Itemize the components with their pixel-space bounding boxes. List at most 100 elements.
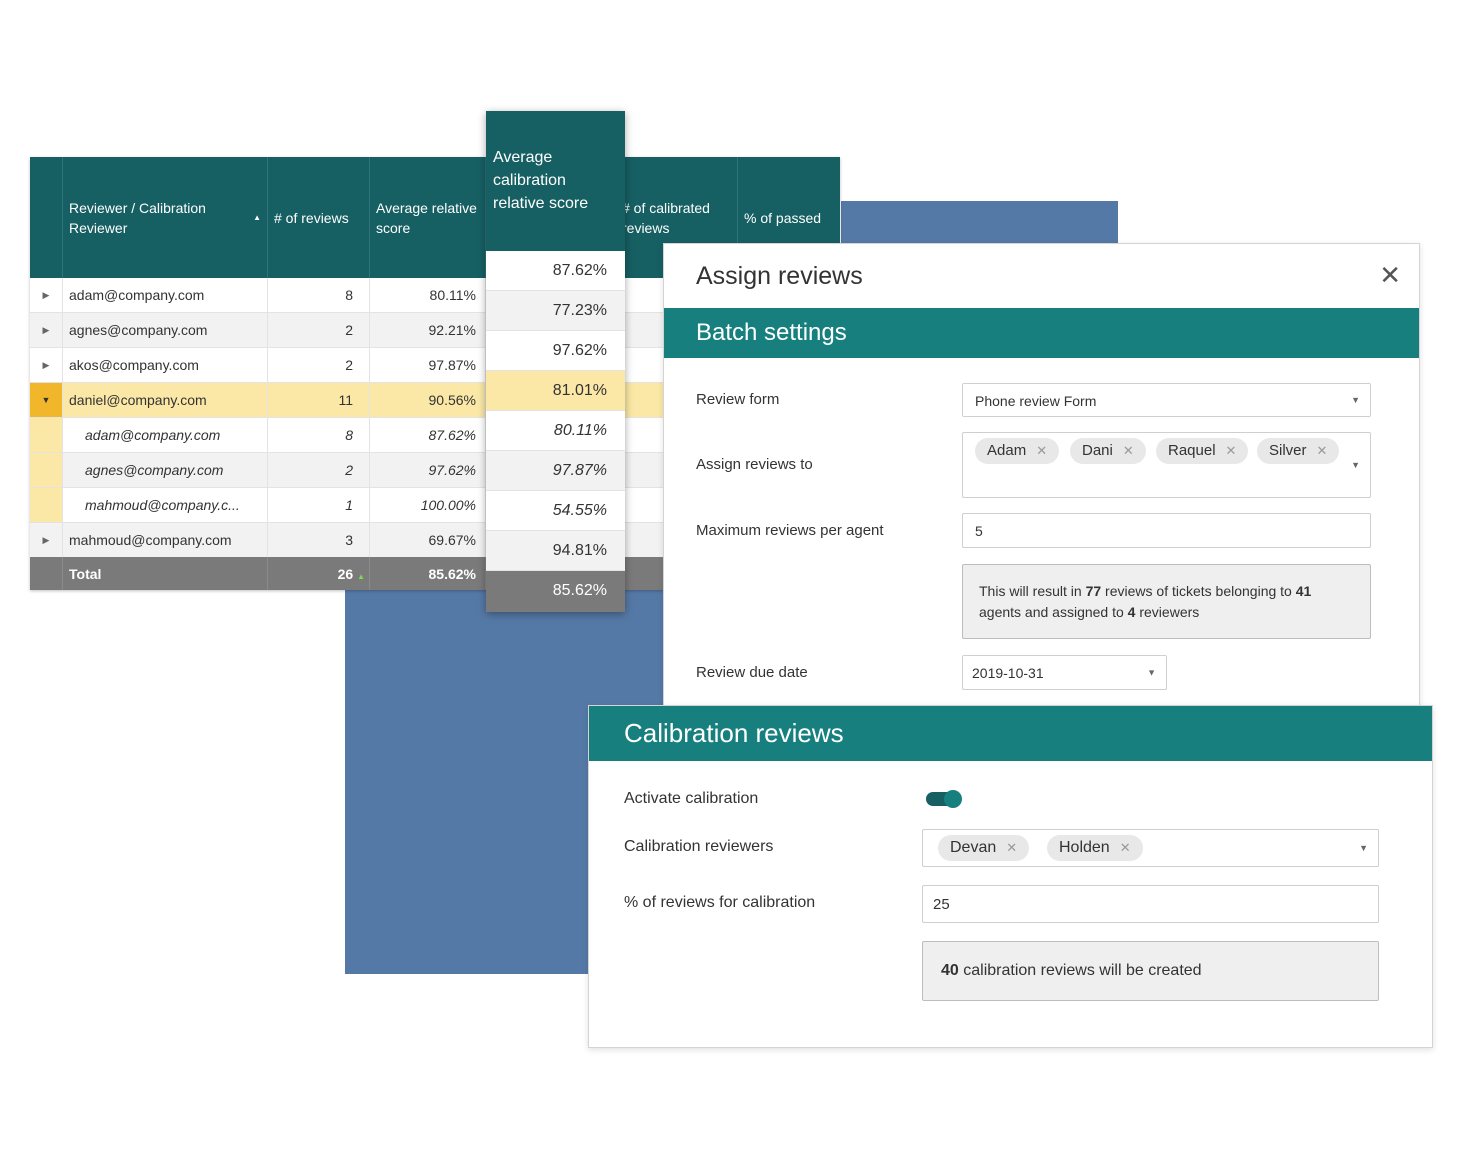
summary-agents-count: 41 xyxy=(1295,583,1312,599)
reviews-count-cell: 2 xyxy=(268,453,370,487)
calibration-score-cell: 54.55% xyxy=(486,491,625,531)
column-header-reviews[interactable]: # of reviews xyxy=(268,157,370,278)
total-calibration-score-cell: 85.62% xyxy=(486,571,625,612)
column-header-label: Average relative score xyxy=(376,199,477,236)
chevron-down-icon[interactable]: ▼ xyxy=(1351,460,1360,470)
close-icon[interactable]: ✕ xyxy=(1379,260,1401,291)
summary-text: agents and assigned to xyxy=(979,604,1128,620)
column-header-label: # of calibrated reviews xyxy=(622,199,710,236)
remove-tag-icon[interactable]: ✕ xyxy=(1317,443,1328,458)
due-date-value: 2019-10-31 xyxy=(972,665,1044,681)
reviewer-cell: adam@company.com xyxy=(63,278,268,312)
collapse-arrow-icon[interactable]: ▼ xyxy=(30,383,63,417)
calibration-reviewer-cell: adam@company.com xyxy=(63,418,268,452)
expand-arrow-icon[interactable]: ▶ xyxy=(30,278,63,312)
chevron-down-icon[interactable]: ▼ xyxy=(1359,843,1368,853)
tag-label: Silver xyxy=(1269,442,1307,459)
calibration-reviewer-tag[interactable]: Holden ✕ xyxy=(1047,835,1143,861)
avg-score-cell: 87.62% xyxy=(370,418,486,452)
assignee-tag[interactable]: Silver ✕ xyxy=(1257,438,1340,464)
reviews-count-cell: 11 xyxy=(268,383,370,417)
expand-arrow-icon[interactable]: ▶ xyxy=(30,348,63,382)
expand-arrow-icon[interactable]: ▶ xyxy=(30,523,63,557)
calibration-score-cell: 80.11% xyxy=(486,411,625,451)
review-form-value: Phone review Form xyxy=(975,393,1097,409)
calibration-score-cell: 77.23% xyxy=(486,291,625,331)
remove-tag-icon[interactable]: ✕ xyxy=(1120,840,1131,855)
dialog-title: Assign reviews xyxy=(696,262,863,290)
calibration-score-cell: 81.01% xyxy=(486,371,625,411)
chevron-down-icon[interactable]: ▼ xyxy=(1351,383,1360,417)
chevron-down-icon[interactable]: ▼ xyxy=(1147,655,1156,690)
calibration-percent-input[interactable]: 25 xyxy=(922,885,1379,923)
review-form-label: Review form xyxy=(696,391,780,408)
reviews-count-cell: 8 xyxy=(268,418,370,452)
avg-score-cell: 80.11% xyxy=(370,278,486,312)
total-label: Total xyxy=(63,557,268,590)
calibration-reviews-panel: Calibration reviews Activate calibration… xyxy=(588,705,1433,1048)
trend-up-icon: ▲ xyxy=(357,572,365,581)
calibration-reviewers-label: Calibration reviewers xyxy=(624,838,774,855)
calibration-summary-text: calibration reviews will be created xyxy=(958,962,1202,979)
due-date-label: Review due date xyxy=(696,664,808,681)
calibration-count: 40 xyxy=(941,962,959,979)
reviews-count-cell: 2 xyxy=(268,348,370,382)
avg-score-cell: 97.87% xyxy=(370,348,486,382)
toggle-knob[interactable] xyxy=(944,790,962,808)
calibration-reviewer-tag[interactable]: Devan ✕ xyxy=(938,835,1030,861)
avg-score-cell: 100.00% xyxy=(370,488,486,522)
column-header-calibration-score-raised[interactable]: Average calibration relative score xyxy=(486,111,625,251)
reviewer-cell: mahmoud@company.com xyxy=(63,523,268,557)
assign-reviews-dialog: Assign reviews ✕ Batch settings Review f… xyxy=(663,243,1420,725)
activate-calibration-toggle[interactable] xyxy=(926,790,962,808)
batch-summary-box: This will result in 77 reviews of ticket… xyxy=(962,564,1371,639)
summary-text: reviews of tickets belonging to xyxy=(1101,583,1296,599)
reviews-count-cell: 2 xyxy=(268,313,370,347)
remove-tag-icon[interactable]: ✕ xyxy=(1123,443,1134,458)
total-reviews-value: 26 xyxy=(337,566,354,582)
remove-tag-icon[interactable]: ✕ xyxy=(1006,840,1017,855)
reviewer-cell: akos@company.com xyxy=(63,348,268,382)
reviews-count-cell: 3 xyxy=(268,523,370,557)
assignee-tag[interactable]: Raquel ✕ xyxy=(1156,438,1249,464)
calibration-reviewer-cell: agnes@company.com xyxy=(63,453,268,487)
activate-calibration-label: Activate calibration xyxy=(624,790,759,807)
assignee-tag[interactable]: Dani ✕ xyxy=(1070,438,1146,464)
expand-arrow-icon[interactable]: ▶ xyxy=(30,313,63,347)
calibration-score-cell: 94.81% xyxy=(486,531,625,571)
summary-reviews-count: 77 xyxy=(1085,583,1102,599)
tag-label: Holden xyxy=(1059,839,1110,856)
reviewer-cell: daniel@company.com xyxy=(63,383,268,417)
avg-score-cell: 97.62% xyxy=(370,453,486,487)
calibration-summary-box: 40 calibration reviews will be created xyxy=(922,941,1379,1001)
assignee-tag[interactable]: Adam ✕ xyxy=(975,438,1060,464)
assign-to-label: Assign reviews to xyxy=(696,456,813,473)
calibration-score-cell: 97.87% xyxy=(486,451,625,491)
total-reviews-cell: 26 ▲ xyxy=(268,557,370,590)
max-per-agent-label: Maximum reviews per agent xyxy=(696,522,884,539)
remove-tag-icon[interactable]: ✕ xyxy=(1226,443,1237,458)
column-header-label: Reviewer / Calibration Reviewer xyxy=(69,199,206,236)
column-header-reviewer[interactable]: Reviewer / Calibration Reviewer ▲ xyxy=(63,157,268,278)
calibration-score-cell: 87.62% xyxy=(486,251,625,291)
calibration-percent-label: % of reviews for calibration xyxy=(624,894,816,911)
calibration-reviewers-multiselect[interactable]: Devan ✕ Holden ✕ ▼ xyxy=(922,829,1379,867)
column-header-avg-score[interactable]: Average relative score xyxy=(370,157,486,278)
tag-label: Adam xyxy=(987,442,1027,459)
reviews-count-cell: 8 xyxy=(268,278,370,312)
calibration-reviews-header: Calibration reviews xyxy=(589,706,1432,761)
summary-text: This will result in xyxy=(979,583,1086,599)
avg-score-cell: 90.56% xyxy=(370,383,486,417)
remove-tag-icon[interactable]: ✕ xyxy=(1036,443,1047,458)
total-marker xyxy=(30,557,63,590)
batch-settings-header: Batch settings xyxy=(664,308,1419,358)
avg-score-cell: 92.21% xyxy=(370,313,486,347)
max-per-agent-input[interactable]: 5 xyxy=(962,513,1371,548)
assign-to-multiselect[interactable]: Adam ✕ Dani ✕ Raquel ✕ Silver ✕ ▼ xyxy=(962,432,1371,498)
summary-text: reviewers xyxy=(1135,604,1200,620)
tag-label: Dani xyxy=(1082,442,1113,459)
sort-ascending-icon[interactable]: ▲ xyxy=(253,208,261,228)
due-date-picker[interactable]: 2019-10-31 ▼ xyxy=(962,655,1167,690)
total-avg-cell: 85.62% xyxy=(370,557,486,590)
review-form-select[interactable]: Phone review Form ▼ xyxy=(962,383,1371,417)
